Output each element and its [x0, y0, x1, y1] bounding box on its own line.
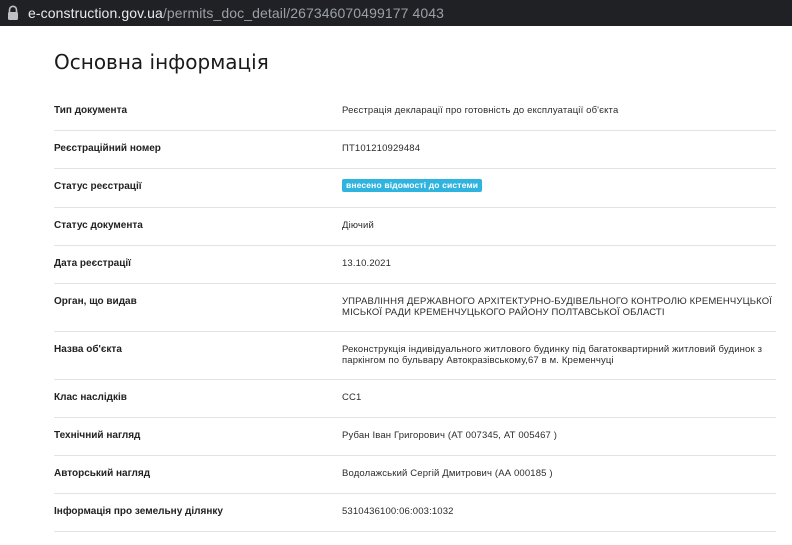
info-label: Авторський нагляд [54, 468, 151, 479]
info-value: УПРАВЛІННЯ ДЕРЖАВНОГО АРХІТЕКТУРНО-БУДІВ… [342, 296, 773, 318]
page-content: Основна інформація Тип документа Реєстра… [0, 26, 792, 545]
info-row-registration-date: Дата реєстрації 13.10.2021 [54, 246, 776, 284]
status-badge: внесено відомості до системи [342, 179, 483, 192]
info-value: 5310436100:06:003:1032 [342, 506, 454, 517]
info-value: Реєстрація декларації про готовність до … [342, 105, 619, 116]
info-row-document-type: Тип документа Реєстрація декларації про … [54, 93, 776, 131]
info-label: Дата реєстрації [54, 258, 131, 269]
page-title: Основна інформація [54, 50, 269, 74]
info-row-registration-number: Реєстраційний номер ПТ101210929484 [54, 131, 776, 169]
info-row-registration-status: Статус реєстрації внесено відомості до с… [54, 169, 776, 208]
info-row-author-supervision: Авторський нагляд Водолажський Сергій Дм… [54, 456, 776, 494]
info-row-document-status: Статус документа Діючий [54, 208, 776, 246]
info-label: Орган, що видав [54, 296, 137, 307]
info-value: Рубан Іван Григорович (АТ 007345, АТ 005… [342, 430, 558, 441]
info-label: Статус документа [54, 220, 143, 231]
info-row-land-plot: Інформація про земельну ділянку 53104361… [54, 494, 776, 532]
info-value-cell: внесено відомості до системи [342, 169, 776, 207]
info-value: ПТ101210929484 [342, 143, 421, 154]
info-row-issuing-authority: Орган, що видав УПРАВЛІННЯ ДЕРЖАВНОГО АР… [54, 284, 776, 332]
url-text[interactable]: e-construction.gov.ua/permits_doc_detail… [28, 5, 444, 21]
info-label: Статус реєстрації [54, 181, 142, 192]
info-label: Технічний нагляд [54, 430, 141, 441]
info-value: 13.10.2021 [342, 258, 392, 269]
info-label: Клас наслідків [54, 392, 127, 403]
info-value: СС1 [342, 392, 362, 403]
url-host: e-construction.gov.ua [28, 5, 163, 21]
info-label: Тип документа [54, 105, 128, 116]
info-row-object-name: Назва об'єкта Реконструкція індивідуальн… [54, 332, 776, 380]
info-value: Водолажський Сергій Дмитрович (АА 000185… [342, 468, 553, 479]
info-row-consequence-class: Клас наслідків СС1 [54, 380, 776, 418]
browser-address-bar[interactable]: e-construction.gov.ua/permits_doc_detail… [0, 0, 792, 26]
info-label: Інформація про земельну ділянку [54, 506, 223, 517]
url-path: /permits_doc_detail/267346070499177 4043 [162, 5, 445, 21]
lock-icon[interactable] [6, 5, 20, 21]
info-value: Діючий [342, 220, 374, 231]
info-table: Тип документа Реєстрація декларації про … [54, 93, 776, 532]
info-label: Реєстраційний номер [54, 143, 161, 154]
info-label: Назва об'єкта [54, 344, 122, 355]
info-value: Реконструкція індивідуального житлового … [342, 344, 763, 366]
info-row-technical-supervision: Технічний нагляд Рубан Іван Григорович (… [54, 418, 776, 456]
